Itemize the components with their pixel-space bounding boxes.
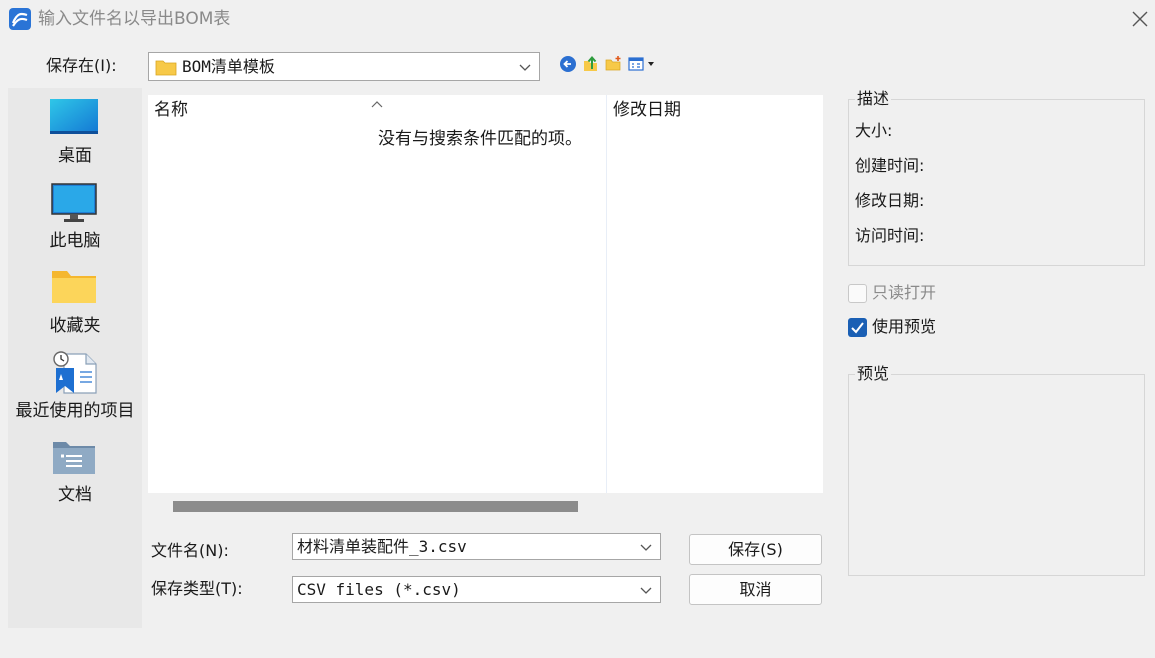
save-in-dropdown[interactable]: BOM清单模板 — [148, 52, 540, 81]
place-label: 文档 — [58, 485, 92, 505]
place-recent[interactable]: 最近使用的项目 — [8, 350, 142, 432]
place-desktop[interactable]: 桌面 — [8, 98, 142, 178]
place-documents[interactable]: 文档 — [8, 438, 142, 518]
place-label: 最近使用的项目 — [15, 401, 135, 421]
close-button[interactable] — [1126, 6, 1154, 32]
window-title: 输入文件名以导出BOM表 — [38, 9, 231, 29]
read-only-checkbox[interactable] — [848, 284, 867, 303]
chevron-down-icon — [640, 544, 652, 551]
preview-checkbox[interactable] — [848, 318, 867, 337]
back-button[interactable] — [559, 55, 577, 73]
filename-value: 材料清单装配件_3.csv — [297, 537, 467, 556]
place-favorites[interactable]: 收藏夹 — [8, 268, 142, 348]
filetype-label: 保存类型(T): — [151, 579, 243, 598]
empty-list-message: 没有与搜索条件匹配的项。 — [378, 129, 582, 149]
close-icon — [1132, 11, 1148, 27]
new-folder-button[interactable] — [605, 55, 623, 73]
filetype-dropdown[interactable]: CSV files (*.csv) — [292, 576, 661, 603]
created-time-label: 创建时间: — [855, 156, 925, 175]
chevron-down-icon — [519, 64, 531, 71]
recent-icon — [53, 351, 97, 394]
size-label: 大小: — [855, 121, 893, 140]
save-in-value: BOM清单模板 — [182, 57, 275, 76]
desktop-icon — [50, 99, 98, 134]
place-label: 此电脑 — [49, 231, 101, 251]
scrollbar-thumb[interactable] — [173, 501, 578, 512]
preview-legend: 预览 — [855, 364, 892, 384]
app-logo-icon — [9, 8, 31, 30]
folder-icon — [155, 60, 177, 76]
place-computer[interactable]: 此电脑 — [8, 183, 142, 263]
view-menu-button[interactable] — [628, 55, 662, 73]
filename-field[interactable]: 材料清单装配件_3.csv — [292, 533, 661, 560]
documents-icon — [53, 442, 95, 474]
save-button[interactable]: 保存(S) — [689, 534, 822, 565]
column-header-modified[interactable]: 修改日期 — [613, 99, 681, 121]
place-label: 桌面 — [58, 146, 92, 166]
preview-label: 使用预览 — [872, 317, 937, 336]
filetype-value: CSV files (*.csv) — [297, 580, 461, 599]
up-folder-button[interactable] — [582, 55, 600, 73]
column-divider[interactable] — [606, 95, 607, 493]
up-folder-icon — [584, 55, 597, 71]
modified-date-label: 修改日期: — [855, 191, 925, 210]
description-legend: 描述 — [855, 89, 892, 109]
places-bar: 桌面 此电脑 收藏夹 最近使用的项目 文档 — [8, 88, 142, 628]
accessed-time-label: 访问时间: — [855, 226, 925, 245]
place-label: 收藏夹 — [49, 316, 101, 336]
filename-label: 文件名(N): — [151, 541, 229, 560]
computer-icon — [51, 183, 97, 222]
column-header-name[interactable]: 名称 — [154, 99, 188, 121]
cancel-button[interactable]: 取消 — [689, 574, 822, 605]
folder-icon — [52, 271, 96, 303]
preview-pane — [848, 374, 1145, 576]
save-in-label: 保存在(I): — [46, 56, 117, 75]
sort-ascending-icon — [371, 93, 383, 108]
file-list[interactable] — [148, 95, 823, 493]
view-menu-icon — [628, 57, 654, 71]
back-arrow-icon — [560, 56, 576, 72]
checkmark-icon — [851, 322, 864, 334]
read-only-label: 只读打开 — [872, 283, 937, 302]
new-folder-icon — [605, 56, 621, 71]
chevron-down-icon — [640, 587, 652, 594]
